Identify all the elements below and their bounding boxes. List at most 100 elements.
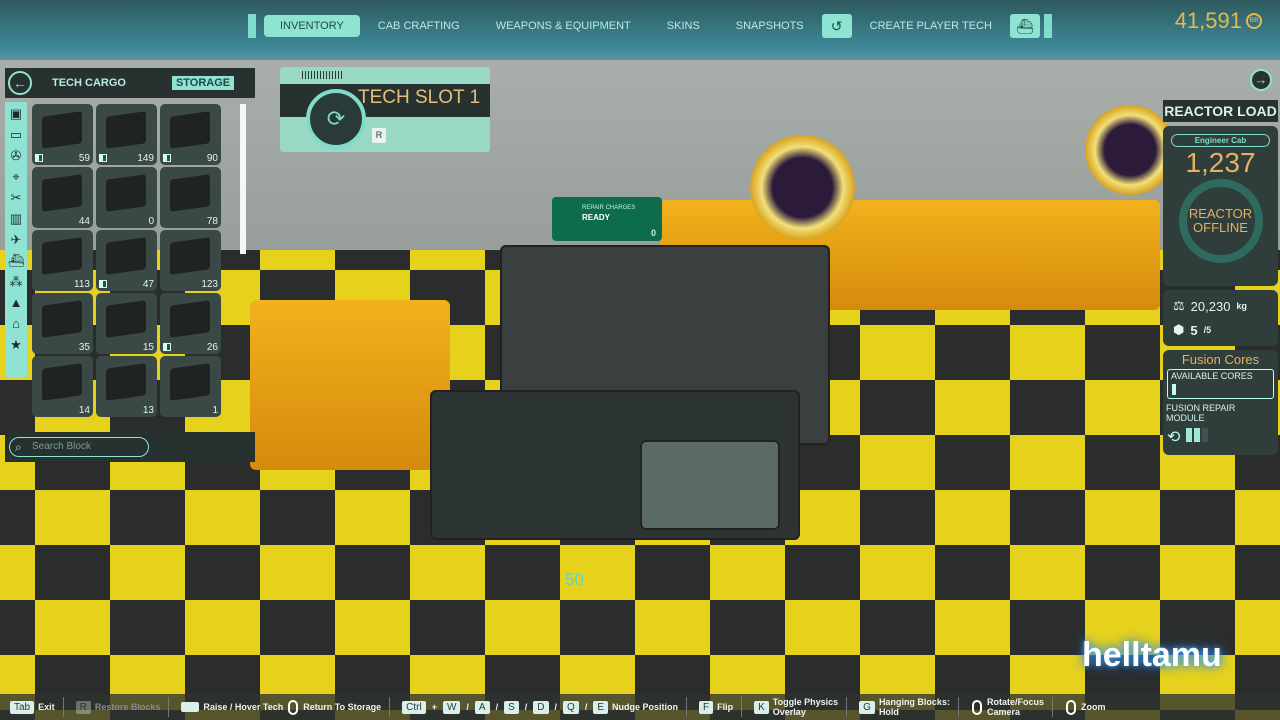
wheel-icon[interactable]: ✇: [6, 146, 26, 165]
block-tile[interactable]: 90: [160, 104, 221, 165]
key-separator: /: [554, 701, 558, 712]
block-tile[interactable]: 149: [96, 104, 157, 165]
block-tile[interactable]: 0: [96, 167, 157, 228]
sign-text: REPAIR: [582, 205, 604, 211]
forward-arrow-icon[interactable]: →: [1250, 69, 1272, 91]
available-cores: AVAILABLE CORES: [1167, 369, 1274, 399]
block-tile[interactable]: 26: [160, 293, 221, 354]
key-hint: S: [504, 700, 519, 714]
divider: [741, 697, 743, 717]
block-count: 14: [78, 405, 90, 416]
block-tile[interactable]: 44: [32, 167, 93, 228]
sign-text: CHARGES: [605, 205, 636, 211]
factory-icon[interactable]: ⌂: [6, 314, 26, 333]
hat-icon[interactable]: ▲: [6, 293, 26, 312]
all-blocks-icon[interactable]: ▣: [6, 104, 26, 123]
mass-value: 20,230: [1190, 298, 1231, 314]
star-icon[interactable]: ★: [6, 335, 26, 354]
tab-storage[interactable]: STORAGE: [171, 76, 235, 90]
block-tile[interactable]: 15: [96, 293, 157, 354]
key-separator: /: [584, 701, 588, 712]
block-tile[interactable]: 1: [160, 356, 221, 417]
tech-swap-icon[interactable]: ⟳: [306, 89, 366, 149]
paired-block-icon: [99, 154, 107, 162]
reactor-status: REACTOR: [1188, 206, 1253, 221]
tab-inventory[interactable]: INVENTORY: [264, 15, 360, 37]
mouse-icon: [1065, 699, 1076, 715]
boat-icon[interactable]: ⛴: [1009, 14, 1040, 38]
mouse-icon: [288, 699, 299, 715]
paired-block-icon: [99, 280, 107, 288]
block-tile[interactable]: 13: [96, 356, 157, 417]
block-tile[interactable]: 35: [32, 293, 93, 354]
block-count: 0: [148, 216, 154, 227]
control-label: Restore Blocks: [94, 702, 161, 712]
block-count: 59: [78, 153, 90, 164]
module-charges: ⟲: [1163, 425, 1278, 453]
block-tile[interactable]: 59: [32, 104, 93, 165]
boat-icon[interactable]: ⛴: [6, 251, 26, 270]
block-thumbnail: [170, 111, 210, 149]
key-separator: +: [431, 701, 437, 712]
label-line: Overlay: [772, 707, 806, 717]
control-label: Zoom: [1080, 702, 1106, 712]
tab-skins[interactable]: SKINS: [649, 15, 718, 37]
block-thumbnail: [42, 174, 82, 212]
module-text: FUSION REPAIR: [1166, 403, 1236, 413]
block-thumbnail: [42, 363, 82, 401]
tech-yellow-base: [250, 300, 450, 470]
key-hint: E: [593, 700, 609, 714]
block-tile[interactable]: 78: [160, 167, 221, 228]
divider: [389, 697, 391, 717]
paired-block-icon: [163, 154, 171, 162]
module-label: FUSION REPAIR MODULE: [1163, 401, 1278, 425]
tab-weapons-equipment[interactable]: WEAPONS & EQUIPMENT: [478, 15, 649, 37]
control-label: Return To Storage: [303, 702, 382, 712]
structure-icon[interactable]: ▥: [6, 209, 26, 228]
tab-cab-crafting[interactable]: CAB CRAFTING: [360, 15, 478, 37]
block-tile[interactable]: 113: [32, 230, 93, 291]
back-arrow-icon[interactable]: ←: [8, 71, 32, 95]
scrollbar[interactable]: [240, 104, 246, 254]
key-f: F: [699, 700, 714, 714]
key-hint: D: [533, 700, 549, 714]
tech-slot-card[interactable]: TECH SLOT 1 ⟳ R: [280, 67, 490, 152]
tab-tech-cargo[interactable]: TECH CARGO: [52, 77, 126, 89]
mouse-icon: [971, 699, 982, 715]
block-thumbnail: [106, 237, 146, 275]
tools-icon[interactable]: ✂: [6, 188, 26, 207]
sign-count: 0: [650, 228, 656, 238]
tab-snapshots[interactable]: SNAPSHOTS: [718, 15, 822, 37]
key-hint: R: [372, 128, 386, 143]
search-input[interactable]: ⌕ Search Block: [9, 437, 149, 457]
mass-stat: ⚖ 20,230 kg: [1163, 294, 1278, 318]
cannon-block[interactable]: [640, 440, 780, 530]
resources-icon[interactable]: ⁂: [6, 272, 26, 291]
crosshair-icon[interactable]: ⌖: [6, 167, 26, 186]
sign-status: READY: [582, 213, 611, 222]
currency-amount: 41,591: [1174, 8, 1242, 33]
block-tile[interactable]: 123: [160, 230, 221, 291]
inventory-header: ← TECH CARGO STORAGE: [5, 68, 255, 98]
block-thumbnail: [42, 237, 82, 275]
watermark-logo: helltamu: [1082, 636, 1222, 674]
nav-edge: [1043, 14, 1052, 38]
plane-icon[interactable]: ✈: [6, 230, 26, 249]
top-nav: INVENTORY CAB CRAFTING WEAPONS & EQUIPME…: [248, 14, 1052, 38]
cab-icon[interactable]: ▭: [6, 125, 26, 144]
tab-create-player-tech[interactable]: CREATE PLAYER TECH: [852, 15, 1010, 37]
divider: [957, 697, 959, 717]
block-thumbnail: [106, 111, 146, 149]
block-thumbnail: [42, 111, 82, 149]
key-hint: Q: [563, 700, 579, 714]
block-tile[interactable]: 47: [96, 230, 157, 291]
snapshot-restore-icon[interactable]: ↺: [821, 14, 852, 38]
block-count: 13: [142, 405, 154, 416]
block-tile[interactable]: 14: [32, 356, 93, 417]
key-k: K: [754, 700, 769, 714]
distance-readout: 50: [565, 570, 584, 589]
currency-display: 41,591 BB: [1175, 8, 1262, 34]
key-hint: A: [474, 700, 490, 714]
key-hint: W: [442, 700, 461, 714]
block-count: 47: [142, 279, 154, 290]
